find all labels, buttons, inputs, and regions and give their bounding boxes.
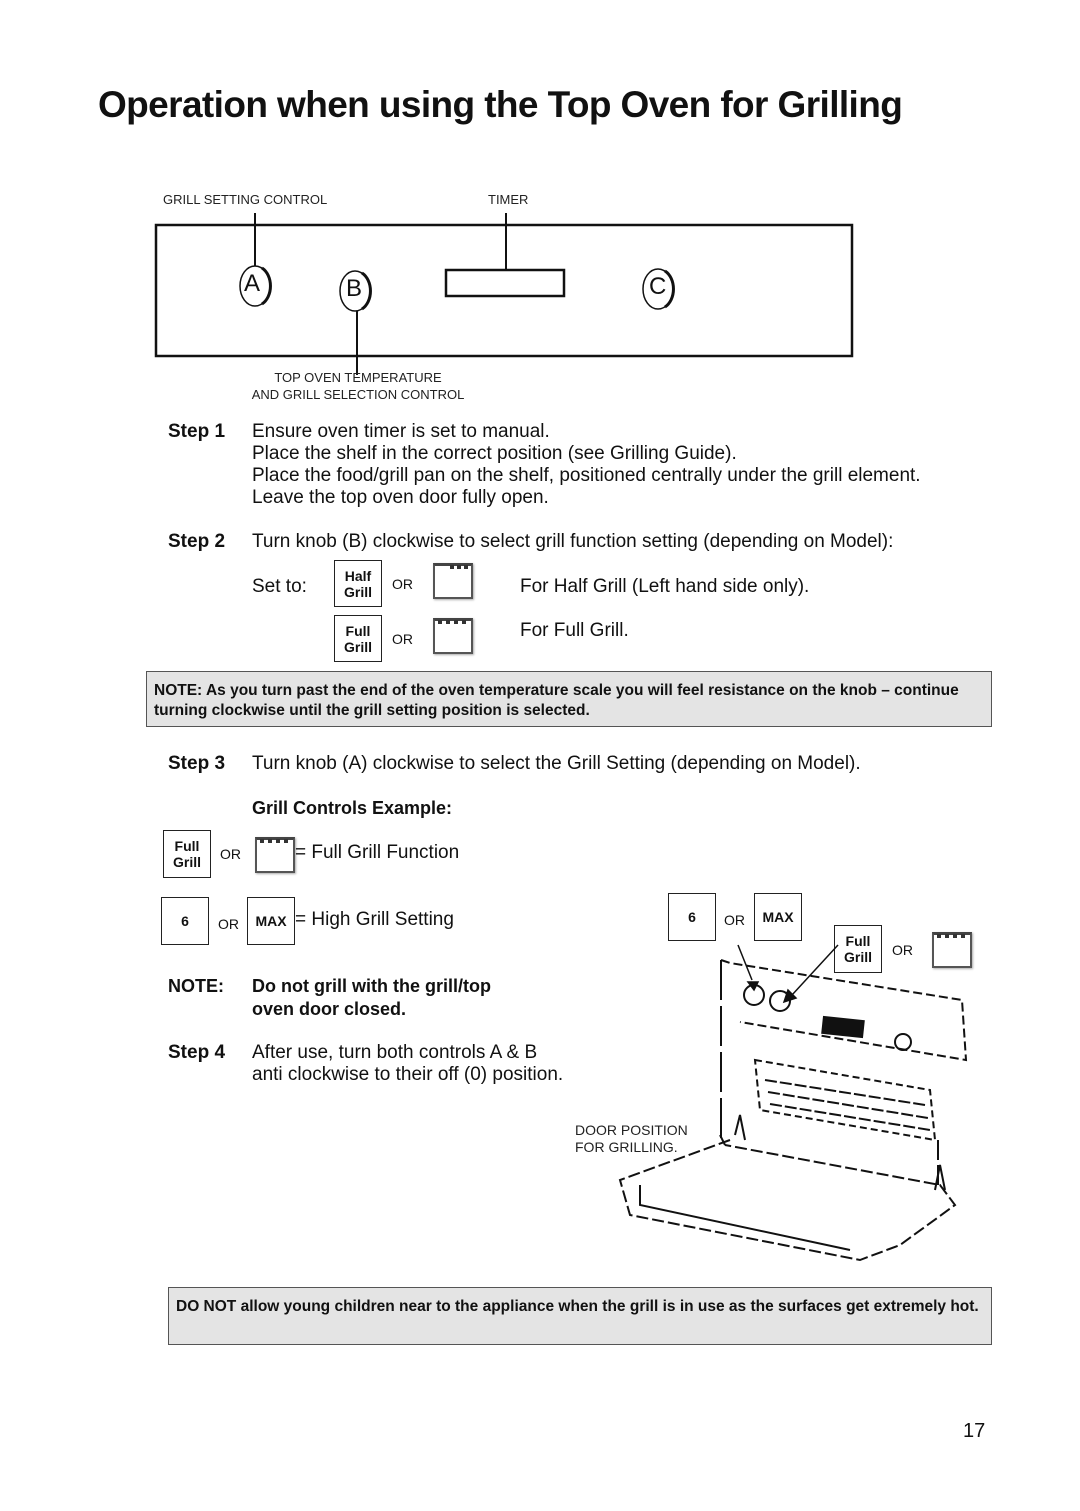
full-grill-function-text: = Full Grill Function xyxy=(295,842,460,863)
page-number: 17 xyxy=(963,1420,986,1442)
half-grill-box: Half Grill xyxy=(334,560,382,607)
or-text: OR xyxy=(220,846,241,862)
max-box: MAX xyxy=(247,897,295,945)
or-text: OR xyxy=(392,631,413,647)
oven-illustration xyxy=(618,944,968,1262)
timer-display xyxy=(444,268,566,298)
half-grill-symbol-icon xyxy=(433,563,473,599)
step2-label: Step 2 xyxy=(168,531,226,552)
step4-line: anti clockwise to their off (0) position… xyxy=(252,1064,564,1085)
max-box: MAX xyxy=(754,893,802,941)
setting-6-box: 6 xyxy=(668,893,716,941)
set-to-label: Set to: xyxy=(252,576,307,597)
step4-label: Step 4 xyxy=(168,1042,226,1063)
step3-text: Turn knob (A) clockwise to select the Gr… xyxy=(252,753,861,774)
door-note-label: NOTE: xyxy=(168,976,224,996)
or-text: OR xyxy=(392,576,413,592)
setting-6-box: 6 xyxy=(161,897,209,945)
step1-line: Leave the top oven door fully open. xyxy=(252,487,549,508)
top-oven-label: TOP OVEN TEMPERATURE AND GRILL SELECTION … xyxy=(251,370,465,402)
full-grill-symbol-icon xyxy=(255,837,295,873)
manual-page: Operation when using the Top Oven for Gr… xyxy=(0,0,1080,1511)
door-note-text: oven door closed. xyxy=(252,999,407,1019)
step1-line: Ensure oven timer is set to manual. xyxy=(252,421,550,442)
step2-text: Turn knob (B) clockwise to select grill … xyxy=(252,531,894,552)
knob-a-letter: A xyxy=(244,270,261,297)
children-warning: DO NOT allow young children near to the … xyxy=(168,1287,992,1345)
step1-line: Place the food/grill pan on the shelf, p… xyxy=(252,465,921,486)
grill-controls-example-heading: Grill Controls Example: xyxy=(252,798,453,818)
timer-display xyxy=(821,1015,865,1039)
step3-label: Step 3 xyxy=(168,753,226,774)
or-text: OR xyxy=(218,916,239,932)
page-title: Operation when using the Top Oven for Gr… xyxy=(98,84,903,125)
step4-line: After use, turn both controls A & B xyxy=(252,1042,538,1063)
knob-b-letter: B xyxy=(346,275,363,302)
half-grill-description: For Half Grill (Left hand side only). xyxy=(520,576,810,597)
full-grill-box: Full Grill xyxy=(163,830,211,878)
full-grill-symbol-icon xyxy=(433,618,473,654)
resistance-note: NOTE: As you turn past the end of the ov… xyxy=(146,671,992,727)
step1-line: Place the shelf in the correct position … xyxy=(252,443,737,464)
step1-label: Step 1 xyxy=(168,421,226,442)
door-note-text: Do not grill with the grill/top xyxy=(252,976,491,996)
or-text: OR xyxy=(724,912,745,928)
full-grill-description: For Full Grill. xyxy=(520,620,629,641)
knob-c-letter: C xyxy=(649,273,667,300)
high-grill-setting-text: = High Grill Setting xyxy=(295,909,454,930)
full-grill-box: Full Grill xyxy=(334,615,382,662)
